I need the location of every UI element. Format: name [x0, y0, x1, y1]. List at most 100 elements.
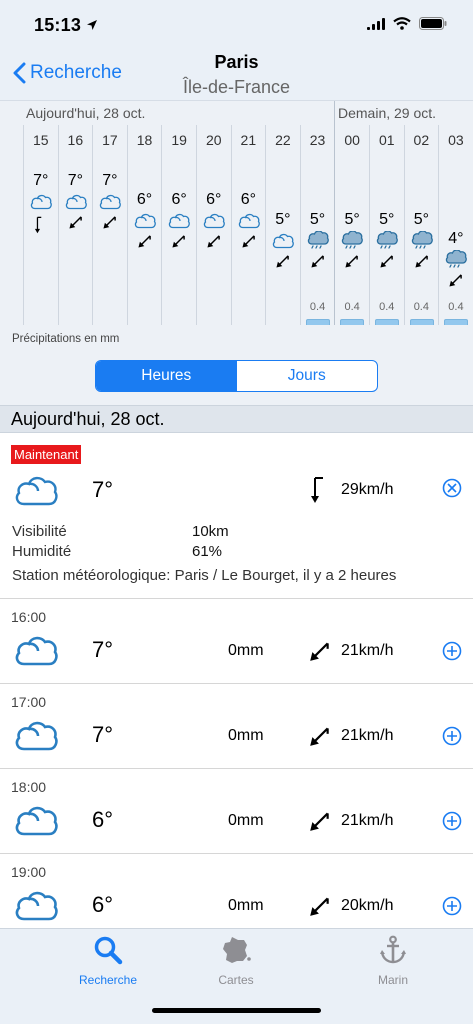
hour-forecast-row[interactable]: 16:00 7° 0mm 21km/h [0, 599, 473, 684]
row-wind-speed: 21km/h [341, 727, 394, 744]
hour-temperature: 5° [379, 211, 395, 228]
hour-temperature: 7° [67, 172, 83, 189]
expand-plus-icon[interactable] [442, 726, 462, 746]
hour-column[interactable]: 20 6° [196, 125, 231, 325]
hour-label: 21 [240, 132, 257, 148]
hour-label: 23 [309, 132, 326, 148]
hour-column[interactable]: 15 7° [23, 125, 58, 325]
cloud-icon [15, 891, 58, 921]
wind-arrow-sw-icon [345, 255, 359, 268]
hour-label: 16 [67, 132, 84, 148]
hour-column[interactable]: 17 7° [92, 125, 127, 325]
collapse-close-icon[interactable] [442, 478, 462, 498]
hour-label: 01 [378, 132, 395, 148]
day-separator [334, 101, 336, 325]
wifi-icon [393, 17, 411, 30]
status-bar: 15:13 [0, 0, 473, 50]
forecast-list[interactable]: Maintenant 7° 29km/h Visibilité 10km Hum… [0, 433, 473, 928]
navigation-bar: Recherche Paris Île-de-France [0, 50, 473, 100]
status-time: 15:13 [34, 15, 98, 36]
segment-hours[interactable]: Heures [96, 361, 237, 391]
hour-column[interactable]: 23 5° 0.4 [299, 125, 335, 325]
tab-label-marin: Marin [377, 973, 408, 987]
expand-plus-icon[interactable] [442, 811, 462, 831]
row-time: 19:00 [11, 864, 47, 880]
anchor-icon [380, 935, 406, 964]
rain-cloud-icon [342, 231, 364, 249]
hour-column[interactable]: 18 6° [126, 125, 162, 325]
weather-station-info: Station météorologique: Paris / Le Bourg… [12, 567, 397, 584]
wind-arrow-sw-icon [103, 216, 117, 229]
day-label-tomorrow: Demain, 29 oct. [338, 105, 437, 121]
row-temperature: 6° [92, 892, 114, 917]
tab-label-cartes: Cartes [218, 973, 254, 987]
hour-label: 17 [102, 132, 118, 148]
row-wind-speed: 20km/h [341, 897, 394, 914]
hour-column[interactable]: 03 4° 0.4 [438, 125, 473, 325]
day-label-today: Aujourd'hui, 28 oct. [26, 105, 146, 121]
france-map-icon [223, 937, 251, 963]
row-precipitation: 0mm [228, 727, 264, 744]
hour-column[interactable]: 21 6° [230, 125, 266, 325]
humidity-label: Humidité [12, 543, 72, 560]
row-time: 18:00 [11, 779, 47, 795]
hour-temperature: 7° [33, 172, 49, 189]
current-conditions-row[interactable]: Maintenant 7° 29km/h Visibilité 10km Hum… [0, 433, 473, 599]
rain-cloud-icon [411, 231, 433, 249]
hour-label: 18 [136, 132, 153, 148]
hour-label: 03 [448, 132, 464, 148]
hour-forecast-row[interactable]: 19:00 6° 0mm 20km/h [0, 854, 473, 928]
visibility-label: Visibilité [12, 523, 67, 540]
row-temperature: 7° [92, 637, 114, 662]
cloud-icon [134, 213, 156, 229]
day-section-title: Aujourd'hui, 28 oct. [11, 409, 165, 429]
precipitation-value: 0.4 [309, 301, 326, 313]
visibility-value: 10km [192, 523, 229, 540]
hour-column[interactable]: 02 5° 0.4 [403, 125, 439, 325]
precipitation-value: 0.4 [448, 301, 464, 313]
segment-days[interactable]: Jours [237, 361, 378, 391]
search-icon [94, 936, 123, 965]
wind-arrow-sw-icon [207, 235, 220, 248]
hour-column[interactable]: 22 5° [265, 125, 300, 325]
hour-column[interactable]: 19 6° [161, 125, 196, 325]
hour-label: 15 [32, 132, 49, 148]
tab-marin[interactable]: Marin [343, 935, 443, 987]
hour-temperature: 5° [275, 211, 291, 228]
wind-arrow-sw-icon [415, 255, 428, 268]
hour-forecast-row[interactable]: 18:00 6° 0mm 21km/h [0, 769, 473, 854]
wind-arrow-sw-icon [310, 897, 329, 916]
wind-arrow-sw-icon [449, 274, 463, 287]
humidity-value: 61% [192, 543, 223, 560]
expand-plus-icon[interactable] [442, 641, 462, 661]
rain-cloud-icon [307, 231, 329, 249]
hour-forecast-row[interactable]: 17:00 7° 0mm 21km/h [0, 684, 473, 769]
row-time: 17:00 [11, 694, 47, 710]
row-temperature: 6° [92, 807, 114, 832]
row-wind-speed: 21km/h [341, 642, 394, 659]
cloud-icon [15, 806, 58, 836]
hour-temperature: 6° [136, 191, 153, 208]
wind-arrow-down-icon [34, 216, 42, 234]
hour-column[interactable]: 16 7° [57, 125, 93, 325]
cloud-icon [169, 213, 191, 229]
hour-temperature: 5° [309, 211, 326, 228]
wind-arrow-sw-icon [310, 727, 329, 746]
tab-label-recherche: Recherche [78, 973, 138, 987]
precipitation-value: 0.4 [344, 301, 360, 313]
hour-label: 19 [171, 132, 187, 148]
cloud-icon [273, 233, 294, 249]
row-wind-speed: 21km/h [341, 812, 394, 829]
hourly-forecast-strip[interactable]: Aujourd'hui, 28 oct. Demain, 29 oct. 15 7… [0, 100, 473, 325]
wind-arrow-sw-icon [276, 255, 290, 268]
hour-column[interactable]: 00 5° 0.4 [334, 125, 369, 325]
expand-plus-icon[interactable] [442, 896, 462, 916]
view-segmented-control[interactable]: Heures Jours [95, 360, 378, 392]
wind-arrow-sw-icon [69, 216, 82, 229]
hour-column[interactable]: 01 5° 0.4 [369, 125, 404, 325]
tab-recherche[interactable]: Recherche [58, 935, 158, 987]
now-badge: Maintenant [11, 445, 82, 464]
wind-arrow-sw-icon [380, 255, 393, 268]
wind-arrow-sw-icon [310, 812, 329, 831]
tab-cartes[interactable]: Cartes [186, 935, 286, 987]
